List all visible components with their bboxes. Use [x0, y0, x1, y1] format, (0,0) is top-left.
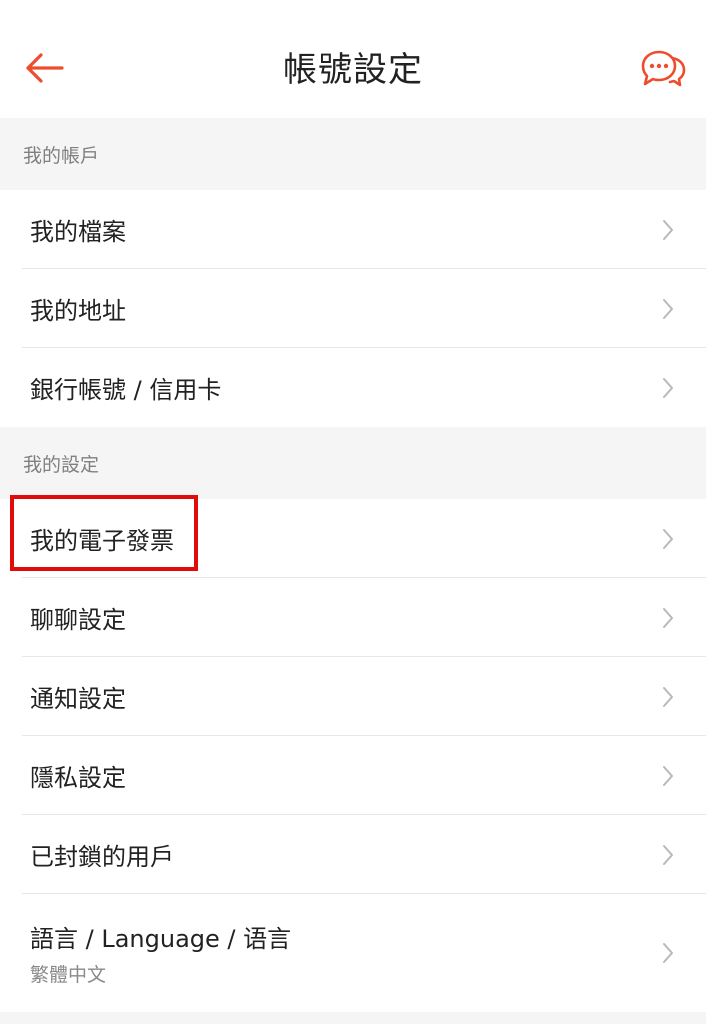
- list-item-my-address[interactable]: 我的地址: [0, 269, 706, 348]
- list-item-label: 銀行帳號 / 信用卡: [30, 376, 222, 404]
- chat-button[interactable]: [638, 46, 688, 92]
- back-button[interactable]: [22, 46, 66, 90]
- list-item-bank-card[interactable]: 銀行帳號 / 信用卡: [0, 348, 706, 427]
- chat-bubbles-icon: [641, 50, 686, 87]
- chevron-right-icon: [660, 843, 676, 867]
- bottom-divider: [0, 1012, 706, 1024]
- list-item-language[interactable]: 語言 / Language / 语言 繁體中文: [0, 894, 706, 1012]
- list-item-privacy-settings[interactable]: 隱私設定: [0, 736, 706, 815]
- list-item-blocked-users[interactable]: 已封鎖的用戶: [0, 815, 706, 894]
- section-header-my-settings: 我的設定: [0, 427, 706, 499]
- list-item-label: 已封鎖的用戶: [30, 843, 174, 871]
- list-item-chat-settings[interactable]: 聊聊設定: [0, 578, 706, 657]
- list-item-label: 我的電子發票: [30, 527, 174, 555]
- chevron-right-icon: [660, 606, 676, 630]
- account-list: 我的檔案 我的地址 銀行帳號 / 信用卡: [0, 190, 706, 427]
- settings-list: 我的電子發票 聊聊設定 通知設定 隱私設定 已封鎖的用戶 語言 / Langua…: [0, 495, 706, 1012]
- chevron-right-icon: [660, 218, 676, 242]
- arrow-left-icon: [26, 53, 64, 83]
- page-title: 帳號設定: [283, 50, 423, 90]
- list-item-my-profile[interactable]: 我的檔案: [0, 190, 706, 269]
- chevron-right-icon: [660, 527, 676, 551]
- section-header-my-account: 我的帳戶: [0, 118, 706, 190]
- list-item-label: 通知設定: [30, 685, 126, 713]
- list-item-label: 我的檔案: [30, 218, 126, 246]
- top-bar: 帳號設定: [0, 0, 706, 118]
- list-item-label: 我的地址: [30, 297, 126, 325]
- list-item-label: 隱私設定: [30, 764, 126, 792]
- list-item-label: 聊聊設定: [30, 606, 126, 634]
- chevron-right-icon: [660, 376, 676, 400]
- chevron-right-icon: [660, 685, 676, 709]
- list-item-e-invoice[interactable]: 我的電子發票: [0, 495, 706, 578]
- chevron-right-icon: [660, 764, 676, 788]
- list-item-label: 語言 / Language / 语言: [30, 925, 292, 953]
- chevron-right-icon: [660, 297, 676, 321]
- current-language-value: 繁體中文: [30, 964, 107, 986]
- list-item-notification-settings[interactable]: 通知設定: [0, 657, 706, 736]
- chevron-right-icon: [660, 941, 676, 965]
